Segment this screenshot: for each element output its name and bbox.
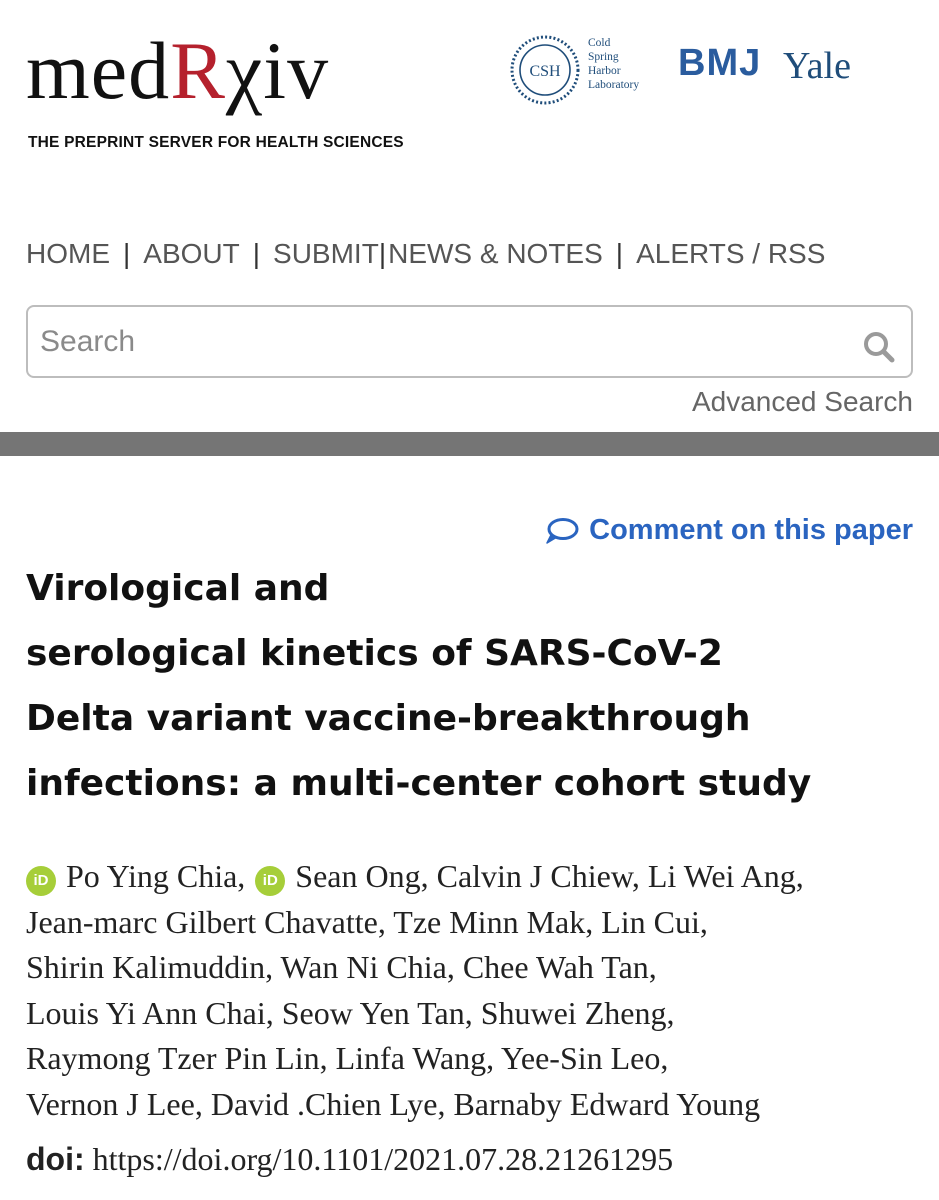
title-line: serological kinetics of SARS-CoV-2 <box>26 633 723 674</box>
author-line: iD Po Ying Chia, iD Sean Ong, Calvin J Chie… <box>26 854 926 900</box>
nav-separator: | <box>252 238 261 269</box>
author-name[interactable]: Po Ying Chia, <box>66 858 245 894</box>
csh-line: Harbor <box>588 65 621 77</box>
search-input[interactable] <box>40 321 840 363</box>
yale-logo[interactable]: Yale <box>783 44 851 88</box>
author-line[interactable]: Vernon J Lee, David .Chien Lye, Barnaby … <box>26 1082 926 1128</box>
nav-separator: | <box>378 238 387 269</box>
nav-home[interactable]: HOME <box>26 238 110 270</box>
nav-alerts-rss[interactable]: ALERTS / RSS <box>636 238 825 270</box>
nav-separator: | <box>615 238 624 269</box>
paper-title: Virological and serological kinetics of … <box>26 556 916 816</box>
title-line: infections: a multi-center cohort study <box>26 763 812 804</box>
author-line[interactable]: Shirin Kalimuddin, Wan Ni Chia, Chee Wah… <box>26 945 926 991</box>
title-line: Delta variant vaccine-breakthrough <box>26 698 751 739</box>
author-line[interactable]: Raymong Tzer Pin Lin, Linfa Wang, Yee-Si… <box>26 1036 926 1082</box>
logo-r: R <box>170 25 226 116</box>
comment-link[interactable]: Comment on this paper <box>545 514 913 547</box>
bmj-logo[interactable]: BMJ <box>678 42 761 85</box>
medrxiv-logo[interactable]: medRχiv THE PREPRINT SERVER FOR HEALTH S… <box>26 30 446 160</box>
csh-name[interactable]: Cold Spring Harbor Laboratory <box>588 36 639 92</box>
author-list: iD Po Ying Chia, iD Sean Ong, Calvin J Chie… <box>26 854 926 1127</box>
doi-link[interactable]: https://doi.org/10.1101/2021.07.28.21261… <box>93 1141 673 1177</box>
csh-seal-icon[interactable]: CSH <box>508 33 582 107</box>
author-line[interactable]: Louis Yi Ann Chai, Seow Yen Tan, Shuwei … <box>26 991 926 1037</box>
csh-line: Cold <box>588 37 611 49</box>
comment-label: Comment on this paper <box>589 514 913 546</box>
search-box <box>26 305 913 378</box>
nav-about[interactable]: ABOUT <box>143 238 239 270</box>
nav-news-notes[interactable]: NEWS & NOTES <box>388 238 603 270</box>
advanced-search-link[interactable]: Advanced Search <box>692 386 913 418</box>
section-divider <box>0 432 939 456</box>
doi-label: doi: <box>26 1141 85 1177</box>
csh-seal-text: CSH <box>529 63 561 80</box>
logo-iv: χiv <box>225 25 330 116</box>
partner-logos: CSH Cold Spring Harbor Laboratory BMJ Ya… <box>508 30 888 110</box>
orcid-icon[interactable]: iD <box>26 866 56 896</box>
logo-tagline: THE PREPRINT SERVER FOR HEALTH SCIENCES <box>28 134 404 151</box>
main-nav: HOME | ABOUT | SUBMIT | NEWS & NOTES | A… <box>26 232 906 276</box>
author-line[interactable]: Jean-marc Gilbert Chavatte, Tze Minn Mak… <box>26 900 926 946</box>
logo-med: med <box>26 25 171 116</box>
orcid-icon[interactable]: iD <box>255 866 286 896</box>
author-name[interactable]: Sean Ong, Calvin J Chiew, Li Wei Ang, <box>295 858 804 894</box>
csh-line: Spring <box>588 51 619 63</box>
nav-submit[interactable]: SUBMIT <box>273 238 379 270</box>
nav-separator: | <box>123 238 131 269</box>
csh-line: Laboratory <box>588 79 640 91</box>
doi-line: doi: https://doi.org/10.1101/2021.07.28.… <box>26 1141 673 1178</box>
comment-bubble-icon <box>546 517 579 544</box>
search-icon[interactable] <box>859 327 899 367</box>
title-line: Virological and <box>26 568 330 609</box>
logo-wordmark: medRχiv <box>26 30 329 112</box>
